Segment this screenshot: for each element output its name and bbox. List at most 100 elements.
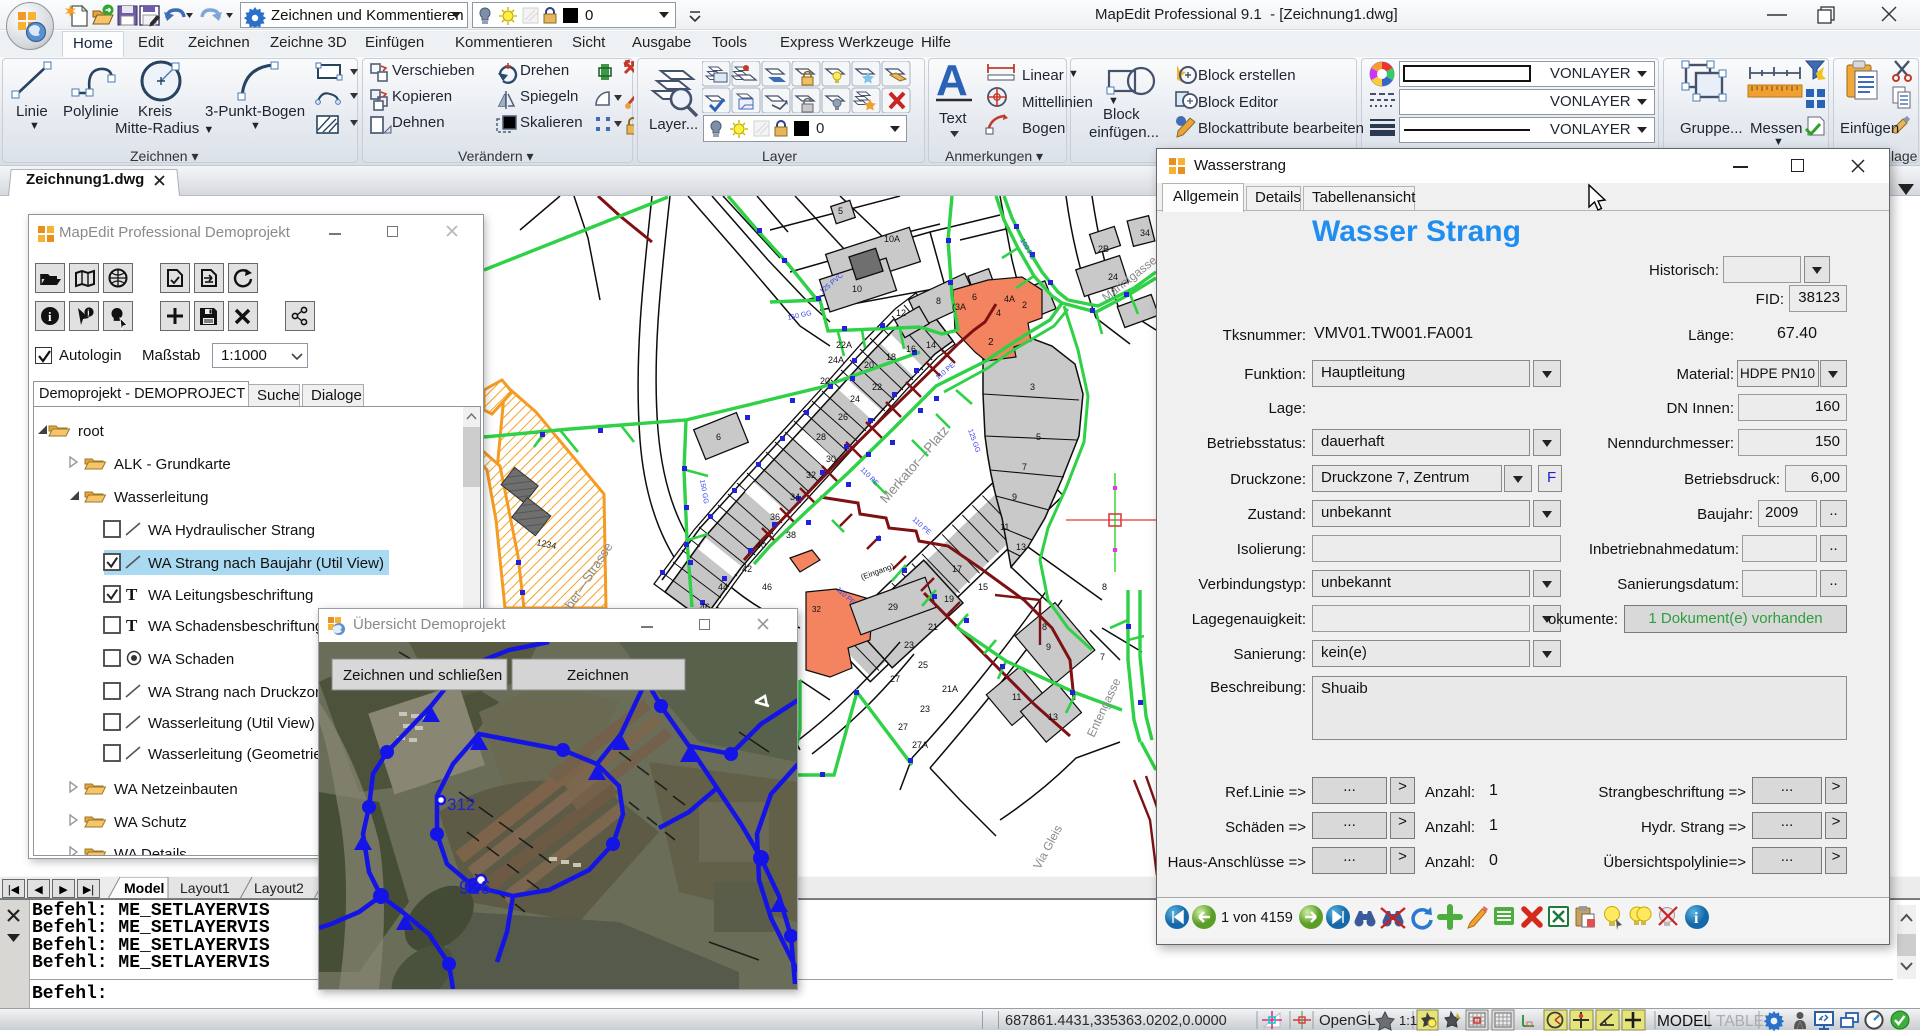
- svg-text:Drehen: Drehen: [520, 62, 569, 79]
- svg-text:WA Schadensbeschriftung: WA Schadensbeschriftung: [148, 618, 323, 635]
- svg-text:125 GG: 125 GG: [966, 428, 981, 453]
- svg-text:WA Strang nach Baujahr (Util V: WA Strang nach Baujahr (Util View): [148, 555, 384, 572]
- svg-text:12: 12: [896, 308, 906, 318]
- svg-text:20: 20: [864, 360, 874, 370]
- svg-text:2: 2: [1022, 300, 1027, 310]
- svg-text:Zeichnen und schließen: Zeichnen und schließen: [343, 667, 502, 684]
- svg-text:(Eingang): (Eingang): [860, 561, 896, 581]
- svg-text:15: 15: [978, 582, 988, 592]
- svg-text:3: 3: [1030, 382, 1035, 392]
- svg-text:WA Details: WA Details: [114, 846, 187, 855]
- svg-text:23: 23: [920, 704, 930, 714]
- svg-text:2: 2: [988, 337, 994, 348]
- svg-text:Text: Text: [939, 110, 967, 127]
- svg-text:9: 9: [1012, 492, 1017, 502]
- svg-text:WA Leitungsbeschriftung: WA Leitungsbeschriftung: [148, 587, 313, 604]
- svg-text:2B: 2B: [1098, 244, 1109, 254]
- svg-text:(3A: (3A: [952, 302, 966, 312]
- svg-text:WA Hydraulischer Strang: WA Hydraulischer Strang: [148, 522, 315, 539]
- svg-text:T: T: [126, 616, 138, 635]
- svg-text:150 GG: 150 GG: [787, 310, 812, 322]
- svg-text:24A: 24A: [828, 355, 844, 365]
- svg-text:27: 27: [898, 722, 908, 732]
- svg-text:28: 28: [816, 432, 826, 442]
- svg-text:Dehnen: Dehnen: [392, 114, 445, 131]
- svg-text:11: 11: [1012, 692, 1021, 702]
- svg-text:100 PE: 100 PE: [1018, 238, 1036, 262]
- svg-text:19: 19: [944, 594, 954, 604]
- svg-text:18: 18: [886, 352, 896, 362]
- svg-text:110 PE: 110 PE: [911, 516, 933, 536]
- svg-text:Zeichnen: Zeichnen: [567, 667, 629, 684]
- svg-text:22A: 22A: [836, 340, 852, 350]
- svg-text:Model: Model: [124, 880, 164, 896]
- svg-text:27A: 27A: [912, 740, 928, 750]
- svg-text:32: 32: [806, 470, 816, 480]
- svg-text:i: i: [48, 309, 52, 324]
- svg-text:110 PE: 110 PE: [859, 466, 880, 487]
- svg-text:Kopieren: Kopieren: [392, 88, 452, 105]
- svg-text:926: 926: [459, 878, 491, 899]
- svg-text:21: 21: [928, 622, 938, 632]
- svg-text:22: 22: [872, 382, 882, 392]
- svg-text:einfügen...: einfügen...: [1089, 124, 1159, 141]
- svg-text:10: 10: [852, 284, 862, 294]
- svg-text:13: 13: [1048, 712, 1058, 722]
- svg-text:30: 30: [826, 454, 836, 464]
- svg-text:24: 24: [850, 394, 860, 404]
- svg-text:Verschieben: Verschieben: [392, 62, 475, 79]
- svg-text:8: 8: [1102, 582, 1107, 592]
- svg-text:44: 44: [718, 582, 728, 592]
- svg-text:6: 6: [972, 292, 977, 302]
- svg-text:A: A: [936, 57, 968, 105]
- svg-text:i: i: [87, 308, 89, 317]
- svg-text:WA Netzeinbauten: WA Netzeinbauten: [114, 781, 238, 798]
- svg-text:20: 20: [820, 376, 830, 386]
- svg-text:Via Gleis: Via Gleis: [1030, 823, 1065, 872]
- svg-text:i: i: [1694, 910, 1699, 927]
- svg-text:9: 9: [1046, 642, 1051, 652]
- svg-text:11: 11: [1000, 522, 1009, 532]
- svg-text:Layer...: Layer...: [649, 116, 698, 133]
- svg-text:13: 13: [1016, 542, 1026, 552]
- svg-text:7: 7: [1100, 652, 1105, 662]
- svg-text:8: 8: [936, 296, 941, 306]
- svg-text:17: 17: [952, 564, 962, 574]
- svg-text:46: 46: [762, 582, 772, 592]
- svg-text:150 GG: 150 GG: [698, 479, 709, 504]
- svg-text:312: 312: [447, 795, 475, 814]
- svg-text:34: 34: [790, 492, 800, 502]
- svg-text:38: 38: [786, 530, 796, 540]
- svg-text:26: 26: [838, 412, 848, 422]
- svg-text:WA Schaden: WA Schaden: [148, 651, 234, 668]
- svg-text:7: 7: [1022, 462, 1027, 472]
- svg-text:Spiegeln: Spiegeln: [520, 88, 578, 105]
- svg-text:14: 14: [926, 340, 936, 350]
- svg-text:1 von 4159: 1 von 4159: [1221, 910, 1293, 926]
- svg-text:Wasserleitung (Geometrie): Wasserleitung (Geometrie): [148, 746, 327, 763]
- svg-text:6: 6: [716, 432, 721, 442]
- svg-text:8: 8: [1042, 622, 1047, 632]
- svg-text:29: 29: [888, 602, 898, 612]
- svg-text:42: 42: [742, 564, 752, 574]
- svg-text:40: 40: [756, 540, 766, 550]
- svg-text:16: 16: [906, 344, 916, 354]
- svg-text:5: 5: [1036, 432, 1041, 442]
- svg-text:root: root: [78, 423, 105, 440]
- svg-text:Wasserleitung: Wasserleitung: [114, 489, 208, 506]
- svg-text:21A: 21A: [942, 684, 958, 694]
- svg-text:MODEL: MODEL: [1657, 1013, 1713, 1030]
- svg-text:Layout1: Layout1: [180, 880, 230, 896]
- svg-text:4A: 4A: [1004, 294, 1015, 304]
- svg-text:Block: Block: [1103, 106, 1140, 123]
- svg-text:1:1: 1:1: [1399, 1013, 1417, 1028]
- svg-text:OpenGL: OpenGL: [1319, 1012, 1376, 1029]
- svg-text:23: 23: [904, 640, 914, 650]
- svg-text:5: 5: [838, 206, 843, 216]
- svg-text:32: 32: [812, 605, 821, 614]
- svg-text:34: 34: [1140, 228, 1150, 238]
- svg-text:ALK - Grundkarte: ALK - Grundkarte: [114, 456, 231, 473]
- svg-text:36: 36: [770, 512, 780, 522]
- svg-text:Wasserleitung (Util View): Wasserleitung (Util View): [148, 715, 315, 732]
- svg-text:Layout2: Layout2: [254, 880, 304, 896]
